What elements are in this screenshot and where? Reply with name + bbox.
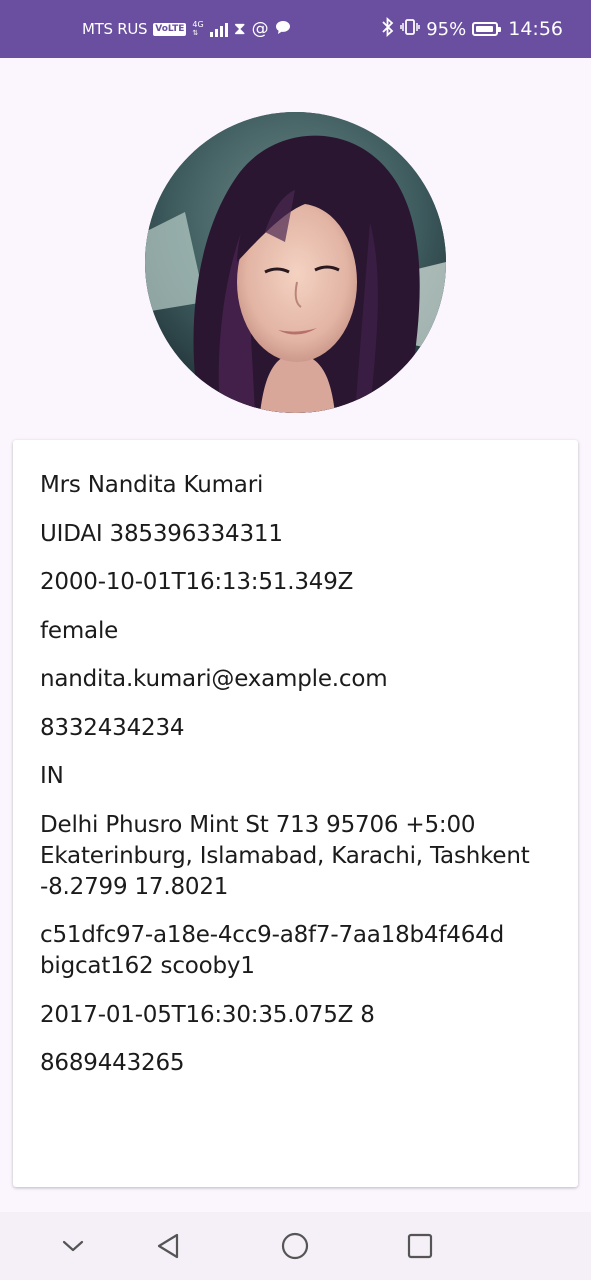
signal-icon — [209, 21, 228, 37]
email: nandita.kumari@example.com — [40, 666, 388, 692]
navigation-bar — [0, 1212, 591, 1280]
network-type: 4G ⇅ — [192, 20, 204, 37]
chevron-down-icon[interactable] — [55, 1228, 91, 1264]
hourglass-icon: ⧗ — [233, 18, 246, 39]
location: Delhi Phusro Mint St 713 95706 +5:00 Eka… — [40, 811, 530, 900]
battery-icon — [472, 22, 502, 36]
network-label: 4G — [192, 20, 204, 29]
person-photo-icon — [145, 112, 446, 413]
battery-fill — [476, 26, 494, 32]
vibrate-icon — [400, 17, 420, 41]
at-icon: @ — [251, 18, 269, 39]
bluetooth-icon — [382, 16, 394, 41]
volte-badge: VoLTE — [153, 22, 187, 36]
status-left: MTS RUS VoLTE 4G ⇅ ⧗ @ — [82, 0, 291, 58]
recents-square-icon[interactable] — [402, 1228, 438, 1264]
nationality: IN — [40, 763, 64, 789]
phone: 8332434234 — [40, 714, 185, 741]
login-info: c51dfc97-a18e-4cc9-a8f7-7aa18b4f464d big… — [40, 922, 504, 979]
status-bar: MTS RUS VoLTE 4G ⇅ ⧗ @ 95% 14:56 — [0, 0, 591, 58]
full-name: Mrs Nandita Kumari — [40, 472, 264, 498]
battery-percent: 95% — [426, 18, 467, 40]
back-triangle-icon[interactable] — [150, 1228, 186, 1264]
carrier-name: MTS RUS — [82, 20, 148, 38]
cell: 8689443265 — [40, 1050, 185, 1076]
home-circle-icon[interactable] — [277, 1228, 313, 1264]
id-number: UIDAI 385396334311 — [40, 520, 283, 547]
gender: female — [40, 617, 119, 644]
profile-card: Mrs Nandita Kumari UIDAI 385396334311 20… — [13, 440, 578, 1187]
clock: 14:56 — [508, 18, 563, 40]
chat-bubble-icon — [275, 20, 291, 39]
registered: 2017-01-05T16:30:35.075Z 8 — [40, 1001, 375, 1028]
profile-photo — [145, 112, 446, 413]
date-of-birth: 2000-10-01T16:13:51.349Z — [40, 569, 354, 595]
status-right: 95% 14:56 — [382, 0, 563, 58]
